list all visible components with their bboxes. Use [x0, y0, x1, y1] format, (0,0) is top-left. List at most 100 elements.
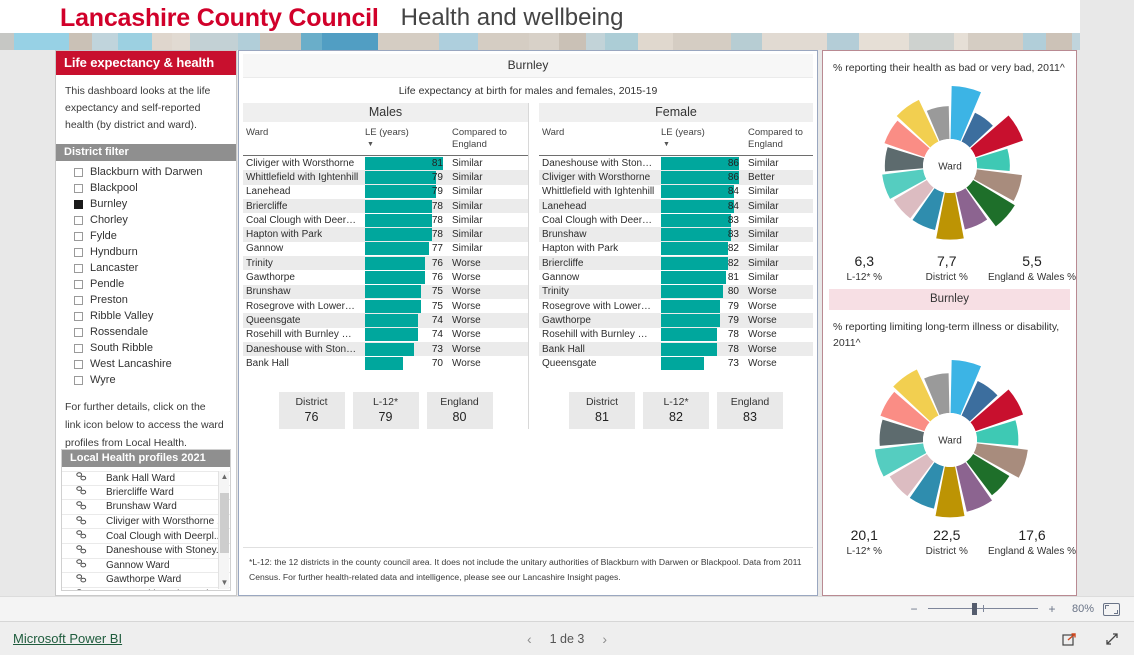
table-row[interactable]: Bank Hall 70 Worse — [243, 356, 528, 370]
district-filter-item-blackpool[interactable]: Blackpool — [56, 180, 236, 196]
zoom-slider-knob[interactable] — [972, 603, 977, 615]
district-filter-item-blackburn-with-darwen[interactable]: Blackburn with Darwen — [56, 164, 236, 180]
profiles-scrollbar[interactable]: ▲ ▼ — [218, 471, 229, 589]
district-filter-item-hyndburn[interactable]: Hyndburn — [56, 244, 236, 260]
table-row[interactable]: Whittlefield with Ightenhill 84 Similar — [539, 185, 813, 199]
table-row[interactable]: Queensgate 73 Worse — [539, 356, 813, 370]
scroll-up-arrow[interactable]: ▲ — [219, 471, 230, 483]
table-row[interactable]: Cliviger with Worsthorne 86 Better — [539, 170, 813, 185]
males-col-ward[interactable]: Ward — [243, 127, 365, 155]
link-icon[interactable] — [76, 545, 92, 557]
bottom-radial-chart[interactable]: Ward — [823, 351, 1076, 527]
district-filter-item-pendle[interactable]: Pendle — [56, 276, 236, 292]
females-col-le[interactable]: LE (years) ▼ — [661, 127, 743, 155]
district-filter-item-burnley[interactable]: Burnley — [56, 196, 236, 212]
local-health-profiles-list[interactable]: Bank Hall Ward Briercliffe Ward Brunshaw W… — [62, 471, 230, 590]
checkbox-icon[interactable] — [74, 167, 83, 177]
table-row[interactable]: Brunshaw 75 Worse — [243, 284, 528, 299]
profile-list-item[interactable]: Daneshouse with Stoney... — [62, 544, 230, 559]
table-row[interactable]: Rosehill with Burnley … 74 Worse — [243, 328, 528, 342]
checkbox-icon[interactable] — [74, 295, 83, 305]
males-col-le[interactable]: LE (years) ▼ — [365, 127, 447, 155]
checkbox-icon[interactable] — [74, 215, 83, 225]
link-icon[interactable] — [76, 515, 92, 528]
checkbox-icon[interactable] — [74, 231, 83, 241]
males-col-compared[interactable]: Compared to England — [447, 127, 528, 155]
district-filter-list[interactable]: Blackburn with Darwen Blackpool Burnley Cho… — [56, 161, 236, 388]
table-row[interactable]: Lanehead 84 Similar — [539, 198, 813, 214]
table-row[interactable]: Gannow 77 Similar — [243, 242, 528, 256]
link-icon[interactable] — [76, 559, 92, 571]
district-filter-item-preston[interactable]: Preston — [56, 292, 236, 308]
table-row[interactable]: Hapton with Park 82 Similar — [539, 242, 813, 256]
district-filter-item-west-lancashire[interactable]: West Lancashire — [56, 356, 236, 372]
table-row[interactable]: Hapton with Park 78 Similar — [243, 227, 528, 242]
checkbox-icon[interactable] — [74, 311, 83, 321]
profile-list-item[interactable]: Gawthorpe Ward — [62, 573, 230, 588]
profile-list-item[interactable]: Coal Clough with Deerpl... — [62, 529, 230, 544]
table-row[interactable]: Rosegrove with Lower… 75 Worse — [243, 299, 528, 313]
link-icon[interactable] — [76, 472, 92, 484]
table-row[interactable]: Lanehead 79 Similar — [243, 185, 528, 199]
link-icon[interactable] — [76, 486, 92, 498]
link-icon[interactable] — [76, 530, 92, 542]
table-row[interactable]: Coal Clough with Deer… 83 Similar — [539, 213, 813, 227]
chevron-right-icon[interactable]: › — [602, 631, 607, 647]
scroll-thumb[interactable] — [220, 493, 229, 553]
table-row[interactable]: Coal Clough with Deer… 78 Similar — [243, 213, 528, 227]
fit-to-page-icon[interactable] — [1103, 602, 1120, 616]
district-filter-item-ribble-valley[interactable]: Ribble Valley — [56, 308, 236, 324]
checkbox-icon[interactable] — [74, 183, 83, 193]
table-row[interactable]: Daneshouse with Ston… 86 Similar — [539, 156, 813, 170]
profile-list-item[interactable]: Hapton with Park Ward — [62, 588, 230, 590]
zoom-in-button[interactable]: + — [1047, 602, 1057, 616]
fullscreen-icon[interactable] — [1104, 631, 1120, 647]
table-row[interactable]: Briercliffe 78 Similar — [243, 198, 528, 214]
zoom-slider[interactable] — [928, 603, 1038, 615]
district-filter-item-lancaster[interactable]: Lancaster — [56, 260, 236, 276]
zoom-out-button[interactable]: − — [909, 602, 919, 616]
chevron-left-icon[interactable]: ‹ — [527, 631, 532, 647]
table-row[interactable]: Brunshaw 83 Similar — [539, 227, 813, 242]
district-filter-item-south-ribble[interactable]: South Ribble — [56, 340, 236, 356]
district-filter-item-fylde[interactable]: Fylde — [56, 228, 236, 244]
table-row[interactable]: Gannow 81 Similar — [539, 270, 813, 285]
checkbox-icon[interactable] — [74, 247, 83, 257]
table-row[interactable]: Bank Hall 78 Worse — [539, 341, 813, 357]
power-bi-link[interactable]: Microsoft Power BI — [13, 631, 122, 646]
females-col-compared[interactable]: Compared to England — [743, 127, 813, 155]
link-icon[interactable] — [76, 501, 92, 513]
link-icon[interactable] — [76, 574, 92, 586]
table-row[interactable]: Rosegrove with Lower… 79 Worse — [539, 299, 813, 313]
table-row[interactable]: Whittlefield with Ightenhill 79 Similar — [243, 170, 528, 185]
table-row[interactable]: Cliviger with Worsthorne 81 Similar — [243, 156, 528, 170]
top-radial-chart[interactable]: Ward — [823, 77, 1076, 253]
profile-list-item[interactable]: Brunshaw Ward — [62, 500, 230, 515]
checkbox-icon[interactable] — [74, 375, 83, 385]
checkbox-icon[interactable] — [74, 359, 83, 369]
profile-list-item[interactable]: Cliviger with Worsthorne ... — [62, 515, 230, 530]
table-row[interactable]: Daneshouse with Ston… 73 Worse — [243, 341, 528, 357]
checkbox-icon[interactable] — [74, 343, 83, 353]
table-row[interactable]: Rosehill with Burnley … 78 Worse — [539, 328, 813, 342]
table-row[interactable]: Gawthorpe 76 Worse — [243, 270, 528, 285]
checkbox-icon[interactable] — [74, 327, 83, 337]
table-row[interactable]: Trinity 80 Worse — [539, 284, 813, 299]
district-filter-item-wyre[interactable]: Wyre — [56, 372, 236, 388]
profile-list-item[interactable]: Bank Hall Ward — [62, 471, 230, 486]
checkbox-icon[interactable] — [74, 263, 83, 273]
females-col-ward[interactable]: Ward — [539, 127, 661, 155]
link-icon[interactable] — [76, 588, 92, 590]
checkbox-icon[interactable] — [74, 199, 83, 209]
table-row[interactable]: Briercliffe 82 Similar — [539, 256, 813, 271]
share-icon[interactable] — [1062, 631, 1078, 647]
scroll-down-arrow[interactable]: ▼ — [219, 577, 230, 589]
checkbox-icon[interactable] — [74, 279, 83, 289]
table-row[interactable]: Trinity 76 Worse — [243, 256, 528, 271]
table-row[interactable]: Gawthorpe 79 Worse — [539, 313, 813, 328]
district-filter-item-rossendale[interactable]: Rossendale — [56, 324, 236, 340]
table-row[interactable]: Queensgate 74 Worse — [243, 313, 528, 328]
profile-list-item[interactable]: Briercliffe Ward — [62, 486, 230, 501]
district-filter-item-chorley[interactable]: Chorley — [56, 212, 236, 228]
profile-list-item[interactable]: Gannow Ward — [62, 559, 230, 574]
